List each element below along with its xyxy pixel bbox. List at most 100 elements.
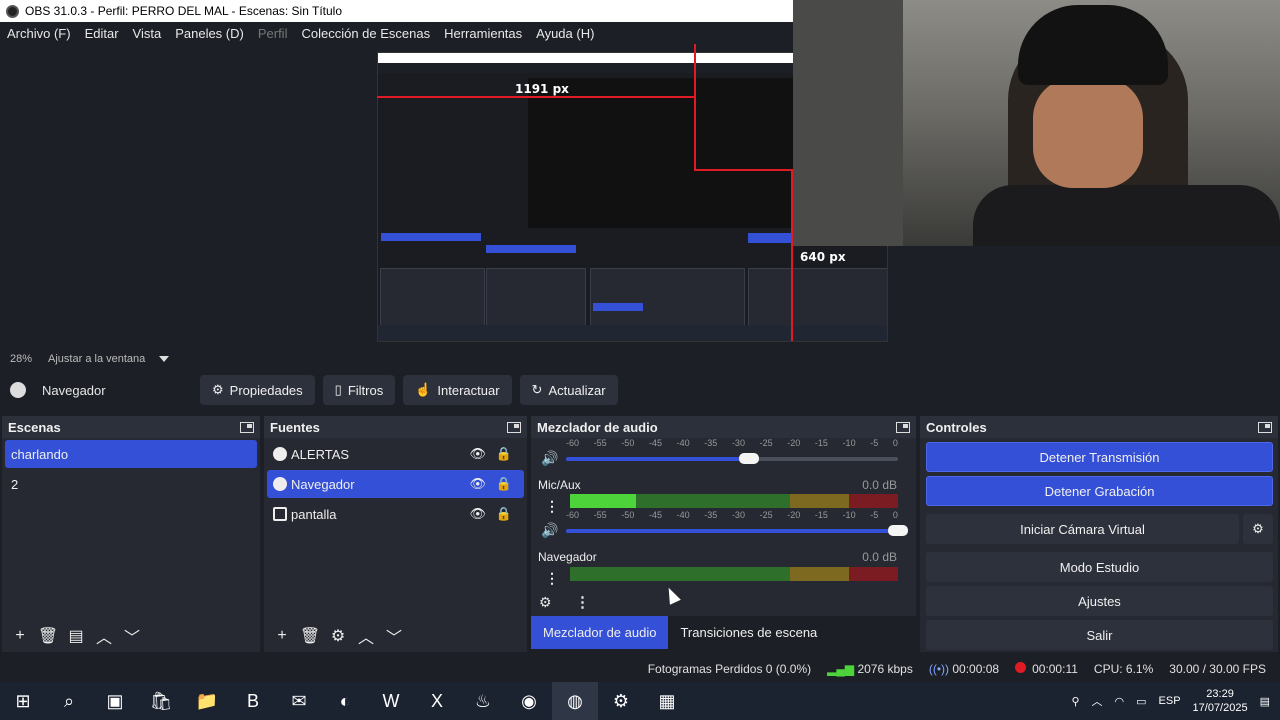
trash-icon[interactable]: 🗑 xyxy=(300,626,320,646)
undock-icon[interactable] xyxy=(240,421,254,433)
people-icon[interactable]: ⚲ xyxy=(1071,695,1079,708)
menu-paneles[interactable]: Paneles (D) xyxy=(168,26,251,41)
bitrate: 2076 kbps xyxy=(857,662,913,676)
browser-b-icon[interactable]: B xyxy=(230,682,276,720)
obs-taskbar-icon[interactable]: ◍ xyxy=(552,682,598,720)
word-icon[interactable]: W xyxy=(368,682,414,720)
kebab-menu-icon[interactable]: ⋮ xyxy=(545,570,559,587)
notifications-icon[interactable]: ▤ xyxy=(1260,695,1270,708)
eye-icon[interactable]: 👁 xyxy=(469,446,486,462)
mail-icon[interactable]: ✉ xyxy=(276,682,322,720)
advanced-audio-gear-icon[interactable]: ⚙ xyxy=(539,594,552,611)
mic-volume-slider[interactable] xyxy=(566,525,908,536)
speaker-icon[interactable]: 🔊 xyxy=(541,450,558,467)
chevron-down-icon[interactable]: ﹀ xyxy=(122,626,142,647)
scale-tick-label: -50 xyxy=(621,438,635,448)
chevron-up-icon[interactable]: ︿ xyxy=(94,626,114,647)
dropped-frames: Fotogramas Perdidos 0 (0.0%) xyxy=(647,662,812,676)
task-view-icon[interactable]: ▣ xyxy=(92,682,138,720)
mic-level-meter xyxy=(570,494,898,508)
top-channel-volume-slider[interactable] xyxy=(566,453,898,464)
steam-icon[interactable]: ♨ xyxy=(460,682,506,720)
scene-item-charlando[interactable]: charlando xyxy=(5,440,257,468)
exit-button[interactable]: Salir xyxy=(926,620,1273,650)
eye-icon[interactable]: 👁 xyxy=(469,476,486,492)
menu-archivo[interactable]: Archivo (F) xyxy=(0,26,78,41)
gear-icon[interactable]: ⚙ xyxy=(328,626,348,646)
add-source-icon[interactable]: + xyxy=(272,626,292,646)
tab-scene-transitions[interactable]: Transiciones de escena xyxy=(668,616,829,649)
channel-name-navegador: Navegador xyxy=(538,550,597,564)
trash-icon[interactable]: 🗑 xyxy=(38,626,58,646)
controls-title: Controles xyxy=(926,419,987,435)
speaker-icon[interactable]: 🔊 xyxy=(541,522,558,539)
language-indicator[interactable]: ESP xyxy=(1159,695,1181,707)
scene-filters-icon[interactable]: ▤ xyxy=(66,626,86,646)
chevron-up-icon[interactable]: ︿ xyxy=(1092,693,1103,709)
kebab-menu-icon[interactable]: ⋮ xyxy=(545,498,559,515)
mixer-title: Mezclador de audio xyxy=(537,419,658,435)
settings-gear-icon[interactable]: ⚙ xyxy=(598,682,644,720)
undock-icon[interactable] xyxy=(507,421,521,433)
browser-source-icon xyxy=(10,382,26,398)
filters-button[interactable]: ▯ Filtros xyxy=(322,375,396,405)
tab-audio-mixer[interactable]: Mezclador de audio xyxy=(531,616,669,649)
interact-button[interactable]: ☝ Interactuar xyxy=(403,375,512,405)
stop-recording-button[interactable]: Detener Grabación xyxy=(926,476,1273,506)
source-item-pantalla[interactable]: pantalla 👁 🔒 xyxy=(267,500,524,528)
windows-start-icon[interactable]: ⊞ xyxy=(0,682,46,720)
studio-mode-button[interactable]: Modo Estudio xyxy=(926,552,1273,582)
search-icon[interactable]: ⌕ xyxy=(46,682,92,720)
source-item-navegador[interactable]: Navegador 👁 🔒 xyxy=(267,470,524,498)
lock-icon[interactable]: 🔒 xyxy=(496,446,512,462)
lock-icon[interactable]: 🔒 xyxy=(496,506,512,522)
scale-tick-label: -40 xyxy=(676,510,690,520)
undock-icon[interactable] xyxy=(1258,421,1272,433)
chevron-up-icon[interactable]: ︿ xyxy=(356,626,376,647)
battery-icon[interactable]: ▭ xyxy=(1136,695,1146,708)
scale-tick-label: -20 xyxy=(787,438,801,448)
filter-icon: ▯ xyxy=(334,382,342,397)
scale-tick-label: -15 xyxy=(814,510,828,520)
edge-icon[interactable]: ◐ xyxy=(322,682,368,720)
refresh-button[interactable]: ↻ Actualizar xyxy=(519,375,618,405)
hand-pointer-icon: ☝ xyxy=(415,382,432,397)
excel-icon[interactable]: X xyxy=(414,682,460,720)
undock-icon[interactable] xyxy=(896,421,910,433)
menu-ayuda[interactable]: Ayuda (H) xyxy=(529,26,601,41)
source-toolbar: Navegador ⚙ Propiedades ▯ Filtros ☝ Interac… xyxy=(0,372,1280,408)
menu-perfil: Perfil xyxy=(257,25,288,41)
channel-db-mic: 0.0 dB xyxy=(862,478,897,492)
settings-button[interactable]: Ajustes xyxy=(926,586,1273,616)
wifi-icon[interactable]: ◠ xyxy=(1115,695,1125,708)
chevron-down-icon[interactable]: ﹀ xyxy=(384,626,404,647)
fit-window-select[interactable]: Ajustar a la ventana xyxy=(48,353,170,365)
add-scene-icon[interactable]: + xyxy=(10,626,30,646)
start-virtual-camera-button[interactable]: Iniciar Cámara Virtual xyxy=(926,514,1239,544)
browser-source-icon xyxy=(273,447,287,461)
chrome-icon[interactable]: ◉ xyxy=(506,682,552,720)
cpu-usage: CPU: 6.1% xyxy=(1093,662,1154,676)
stop-streaming-button[interactable]: Detener Transmisión xyxy=(926,442,1273,472)
eye-icon[interactable]: 👁 xyxy=(469,506,486,522)
menu-coleccion[interactable]: Colección de Escenas xyxy=(294,26,437,41)
mixer-menu-icon[interactable]: ⋮ xyxy=(575,593,590,611)
scale-tick-label: -10 xyxy=(842,510,856,520)
file-explorer-icon[interactable]: 📁 xyxy=(184,682,230,720)
scale-tick-label: -55 xyxy=(593,510,607,520)
source-item-alertas[interactable]: ALERTAS 👁 🔒 xyxy=(267,440,524,468)
width-measure-label: 1191 px xyxy=(515,82,569,96)
menu-herramientas[interactable]: Herramientas xyxy=(437,26,529,41)
clock[interactable]: 23:29 17/07/2025 xyxy=(1193,687,1248,715)
sources-dock: Fuentes ALERTAS 👁 🔒 Navegador 👁 🔒 pantal… xyxy=(264,416,527,652)
menu-editar[interactable]: Editar xyxy=(78,26,126,41)
properties-button[interactable]: ⚙ Propiedades xyxy=(200,375,315,405)
scene-item-2[interactable]: 2 xyxy=(5,470,257,498)
menu-vista[interactable]: Vista xyxy=(126,26,169,41)
status-bar: Fotogramas Perdidos 0 (0.0%) ▂▄▆ 2076 kb… xyxy=(0,656,1280,682)
lock-icon[interactable]: 🔒 xyxy=(496,476,512,492)
mixer-scale-mic: -60 -55 -50 -45 -40 -35 -30 -25 -20 -15 -10 -5 0 xyxy=(566,510,898,520)
photos-icon[interactable]: ▦ xyxy=(644,682,690,720)
store-icon[interactable]: 🛍 xyxy=(138,682,184,720)
virtual-camera-settings-gear-icon[interactable]: ⚙ xyxy=(1243,514,1273,544)
